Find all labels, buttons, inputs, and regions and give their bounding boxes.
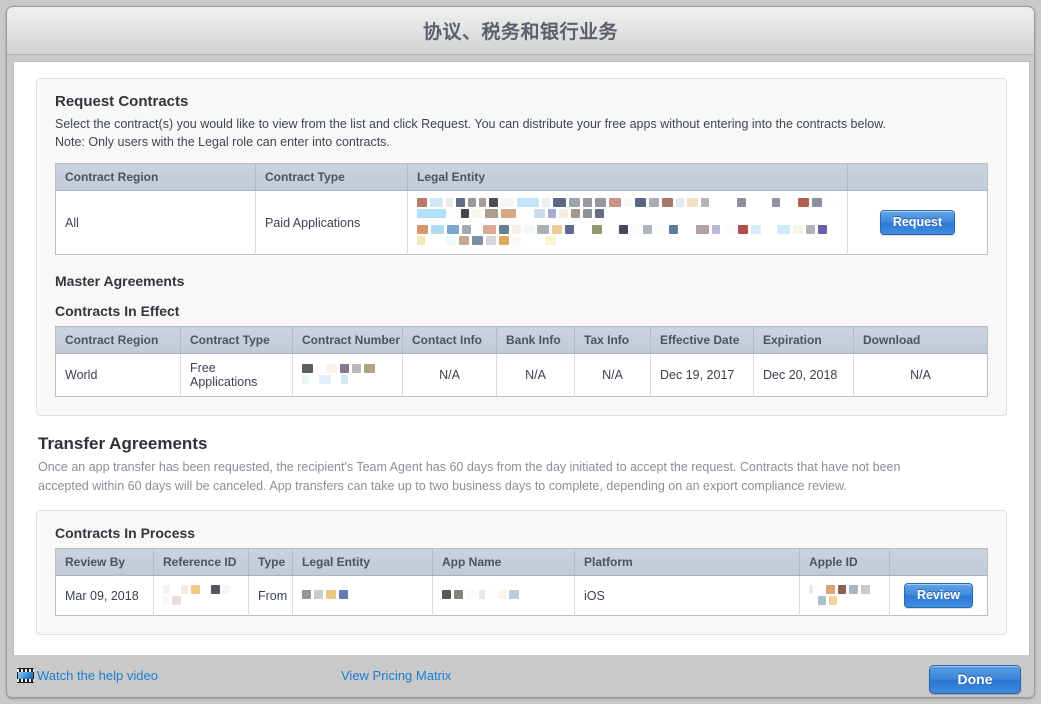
column-header-legal-entity[interactable]: Legal Entity xyxy=(407,163,848,191)
request-contracts-description: Select the contract(s) you would like to… xyxy=(55,115,988,151)
column-header-bank-info[interactable]: Bank Info xyxy=(496,326,575,354)
cell-effective-date: Dec 19, 2017 xyxy=(650,353,754,397)
column-header-legal-entity[interactable]: Legal Entity xyxy=(292,548,433,576)
cell-contract-type: Free Applications xyxy=(180,353,293,397)
master-agreements-heading: Master Agreements xyxy=(55,273,185,289)
cell-apple-id-redacted xyxy=(799,575,890,616)
redacted-app-name xyxy=(442,590,565,601)
cell-type: From xyxy=(248,575,293,616)
review-button[interactable]: Review xyxy=(903,583,974,608)
page-title: 协议、税务和银行业务 xyxy=(422,22,618,43)
cell-review-action: Review xyxy=(889,575,988,616)
cell-request-action: Request xyxy=(847,190,988,255)
column-header-contract-region[interactable]: Contract Region xyxy=(55,326,181,354)
cell-review-by: Mar 09, 2018 xyxy=(55,575,154,616)
table-header-row: Review By Reference ID Type Legal Entity… xyxy=(55,548,988,576)
scroll-content[interactable]: Request Contracts Select the contract(s)… xyxy=(13,61,1030,661)
column-header-download[interactable]: Download xyxy=(853,326,988,354)
column-header-type[interactable]: Type xyxy=(248,548,293,576)
redacted-text-line-1 xyxy=(417,198,838,220)
redacted-text-line-2 xyxy=(417,225,838,247)
done-button[interactable]: Done xyxy=(929,665,1021,694)
cell-contract-region: All xyxy=(55,190,256,255)
transfer-agreements-heading: Transfer Agreements xyxy=(38,434,208,453)
cell-expiration: Dec 20, 2018 xyxy=(753,353,854,397)
column-header-platform[interactable]: Platform xyxy=(574,548,800,576)
cell-contract-number-redacted xyxy=(292,353,403,397)
redacted-apple-id xyxy=(809,584,880,607)
cell-tax-info: N/A xyxy=(574,353,651,397)
table-header-row: Contract Region Contract Type Legal Enti… xyxy=(55,163,988,191)
request-button[interactable]: Request xyxy=(879,210,956,235)
description-line-2: Note: Only users with the Legal role can… xyxy=(55,135,390,149)
description-line-1: Select the contract(s) you would like to… xyxy=(55,117,886,131)
window-titlebar: 协议、税务和银行业务 xyxy=(7,7,1034,55)
request-contracts-table: Contract Region Contract Type Legal Enti… xyxy=(55,163,988,255)
cell-reference-id-redacted xyxy=(153,575,249,616)
contracts-in-process-panel: Contracts In Process Review By Reference… xyxy=(36,510,1007,635)
view-pricing-matrix-link[interactable]: View Pricing Matrix xyxy=(341,668,451,683)
contracts-in-process-table: Review By Reference ID Type Legal Entity… xyxy=(55,548,988,616)
column-header-contract-type[interactable]: Contract Type xyxy=(255,163,408,191)
column-header-tax-info[interactable]: Tax Info xyxy=(574,326,651,354)
dialog-footer: Watch the help video View Pricing Matrix… xyxy=(7,655,1034,697)
cell-contract-type: Paid Applications xyxy=(255,190,408,255)
table-row[interactable]: Mar 09, 2018 From iOS Review xyxy=(55,575,988,616)
cell-contact-info: N/A xyxy=(402,353,497,397)
cell-legal-entity-redacted xyxy=(292,575,433,616)
app-window: 协议、税务和银行业务 Request Contracts Select the … xyxy=(6,6,1035,698)
column-header-action xyxy=(889,548,988,576)
column-header-action xyxy=(847,163,988,191)
column-header-contact-info[interactable]: Contact Info xyxy=(402,326,497,354)
column-header-reference-id[interactable]: Reference ID xyxy=(153,548,249,576)
description-line-2: accepted within 60 days will be canceled… xyxy=(38,479,847,493)
column-header-apple-id[interactable]: Apple ID xyxy=(799,548,890,576)
column-header-contract-number[interactable]: Contract Number xyxy=(292,326,403,354)
description-line-1: Once an app transfer has been requested,… xyxy=(38,460,901,474)
contracts-in-effect-heading: Contracts In Effect xyxy=(55,303,180,319)
request-contracts-heading: Request Contracts xyxy=(55,93,189,110)
column-header-contract-type[interactable]: Contract Type xyxy=(180,326,293,354)
column-header-effective-date[interactable]: Effective Date xyxy=(650,326,754,354)
cell-download: N/A xyxy=(853,353,988,397)
column-header-app-name[interactable]: App Name xyxy=(432,548,575,576)
cell-legal-entity-redacted xyxy=(407,190,848,255)
cell-contract-region: World xyxy=(55,353,181,397)
table-header-row: Contract Region Contract Type Contract N… xyxy=(55,326,988,354)
redacted-reference-id xyxy=(163,584,239,607)
film-strip-icon xyxy=(17,668,34,683)
redacted-legal-entity xyxy=(302,590,423,601)
cell-platform: iOS xyxy=(574,575,800,616)
cell-bank-info: N/A xyxy=(496,353,575,397)
contracts-in-process-heading: Contracts In Process xyxy=(55,525,196,541)
request-contracts-panel: Request Contracts Select the contract(s)… xyxy=(36,78,1007,416)
column-header-review-by[interactable]: Review By xyxy=(55,548,154,576)
redacted-contract-number xyxy=(302,364,393,386)
transfer-agreements-description: Once an app transfer has been requested,… xyxy=(38,458,1007,496)
table-row[interactable]: All Paid Applications Request xyxy=(55,190,988,255)
column-header-contract-region[interactable]: Contract Region xyxy=(55,163,256,191)
cell-app-name-redacted xyxy=(432,575,575,616)
column-header-expiration[interactable]: Expiration xyxy=(753,326,854,354)
table-row[interactable]: World Free Applications N/A N/A N/A Dec … xyxy=(55,353,988,397)
contracts-in-effect-table: Contract Region Contract Type Contract N… xyxy=(55,326,988,397)
watch-help-video-link[interactable]: Watch the help video xyxy=(37,668,158,683)
